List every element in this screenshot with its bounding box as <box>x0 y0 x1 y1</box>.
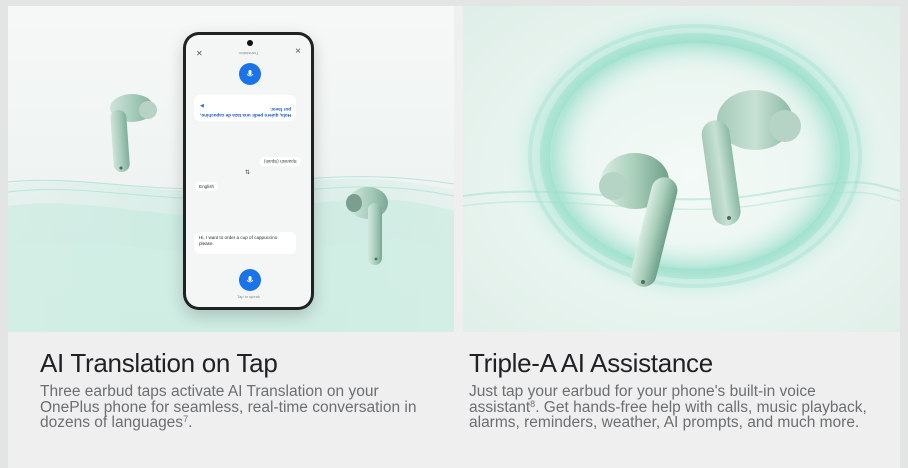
card-description: Three earbud taps activate AI Translatio… <box>40 383 417 431</box>
translation-hero-image: ✕ × Translation Hola, quiero pedir una t… <box>8 6 454 332</box>
camera-punch-hole <box>247 40 253 46</box>
speaker-icon[interactable]: ◀ <box>200 103 204 109</box>
card-title: AI Translation on Tap <box>40 348 278 378</box>
incoming-translation-bubble: Hola, quiero pedir una taza de capuchino… <box>194 95 296 121</box>
feature-card-ai-assistance: Triple-A AI Assistance Just tap your ear… <box>463 6 900 468</box>
card-title: Triple-A AI Assistance <box>469 348 713 378</box>
bottom-mic-button[interactable] <box>239 269 261 291</box>
phone-mockup: ✕ × Translation Hola, quiero pedir una t… <box>183 32 314 310</box>
earbud-right-icon <box>701 90 801 226</box>
outgoing-message-bubble: Hi, I want to order a cup of cappuccino … <box>194 232 296 254</box>
translation-app-screen: ✕ × Translation Hola, quiero pedir una t… <box>186 35 311 307</box>
earbud-right-icon <box>346 187 388 265</box>
mic-icon <box>246 276 254 283</box>
assistance-hero-image <box>463 6 900 332</box>
top-mic-button[interactable] <box>239 63 261 85</box>
target-language-chip[interactable]: Spanish (Spain) <box>260 157 301 166</box>
feature-card-ai-translation: ✕ × Translation Hola, quiero pedir una t… <box>8 6 454 468</box>
earbud-left-icon <box>599 153 678 287</box>
mic-icon <box>246 70 254 77</box>
swap-icon[interactable]: ⇅ <box>245 169 250 176</box>
card-description: Just tap your earbud for your phone's bu… <box>469 383 867 431</box>
feature-grid: ✕ × Translation Hola, quiero pedir una t… <box>8 6 900 468</box>
earbud-left-icon <box>110 94 157 172</box>
screen-title: Translation <box>238 51 259 56</box>
source-language-chip[interactable]: English <box>195 182 219 191</box>
tap-to-speak-hint: Tap to speak <box>237 294 260 299</box>
